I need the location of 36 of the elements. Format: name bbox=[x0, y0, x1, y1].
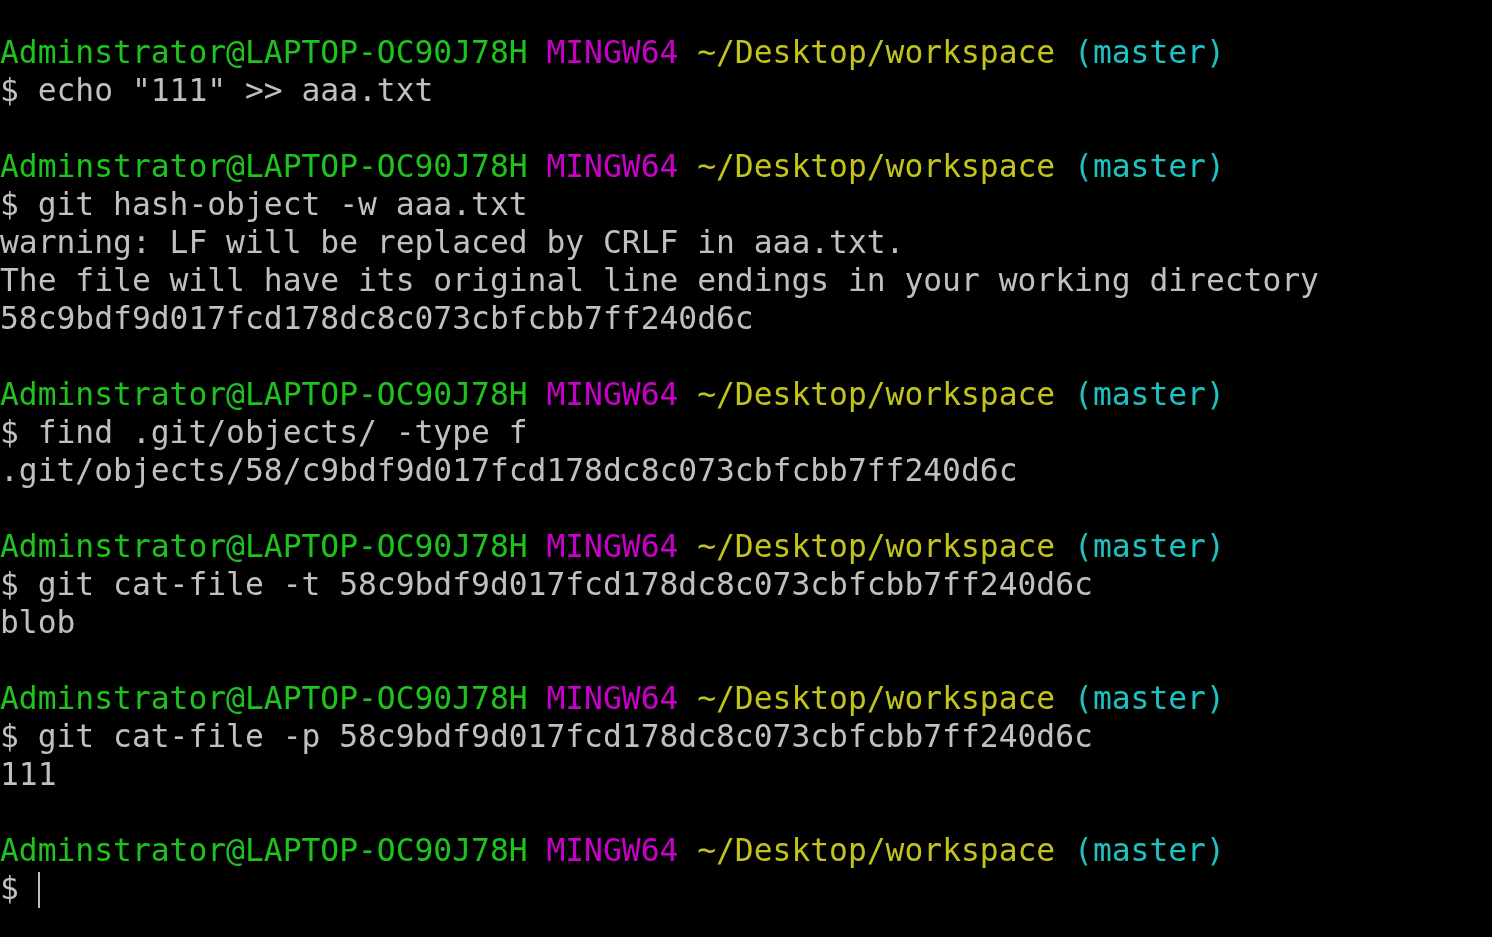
output-line: .git/objects/58/c9bdf9d017fcd178dc8c073cbfcbb7ff240d6c bbox=[0, 452, 1018, 488]
prompt-path: ~/Desktop/workspace bbox=[697, 528, 1056, 564]
prompt-system: MINGW64 bbox=[546, 680, 679, 716]
command-line: $ git hash-object -w aaa.txt bbox=[0, 186, 528, 222]
prompt-path: ~/Desktop/workspace bbox=[697, 832, 1056, 868]
output-line: blob bbox=[0, 604, 76, 640]
prompt-path: ~/Desktop/workspace bbox=[697, 376, 1056, 412]
prompt-branch: (master) bbox=[1074, 376, 1225, 412]
prompt-user-host: Adminstrator@LAPTOP-OC90J78H bbox=[0, 528, 528, 564]
prompt-branch: (master) bbox=[1074, 34, 1225, 70]
command-line: $ echo "111" >> aaa.txt bbox=[0, 72, 434, 108]
command-line: $ find .git/objects/ -type f bbox=[0, 414, 528, 450]
prompt-path: ~/Desktop/workspace bbox=[697, 148, 1056, 184]
output-line: 111 bbox=[0, 756, 57, 792]
command-line: $ bbox=[0, 870, 19, 906]
command-line: $ git cat-file -p 58c9bdf9d017fcd178dc8c073cbfcbb7ff240d6c bbox=[0, 718, 1093, 754]
prompt-path: ~/Desktop/workspace bbox=[697, 680, 1056, 716]
prompt-system: MINGW64 bbox=[546, 832, 679, 868]
prompt-system: MINGW64 bbox=[546, 34, 679, 70]
output-line: warning: LF will be replaced by CRLF in aaa.txt. bbox=[0, 224, 905, 260]
prompt-branch: (master) bbox=[1074, 528, 1225, 564]
output-line: 58c9bdf9d017fcd178dc8c073cbfcbb7ff240d6c bbox=[0, 300, 754, 336]
prompt-user-host: Adminstrator@LAPTOP-OC90J78H bbox=[0, 680, 528, 716]
prompt-system: MINGW64 bbox=[546, 528, 679, 564]
prompt-user-host: Adminstrator@LAPTOP-OC90J78H bbox=[0, 832, 528, 868]
prompt-system: MINGW64 bbox=[546, 148, 679, 184]
prompt-path: ~/Desktop/workspace bbox=[697, 34, 1056, 70]
prompt-user-host: Adminstrator@LAPTOP-OC90J78H bbox=[0, 34, 528, 70]
prompt-system: MINGW64 bbox=[546, 376, 679, 412]
prompt-branch: (master) bbox=[1074, 148, 1225, 184]
prompt-user-host: Adminstrator@LAPTOP-OC90J78H bbox=[0, 376, 528, 412]
prompt-user-host: Adminstrator@LAPTOP-OC90J78H bbox=[0, 148, 528, 184]
command-line: $ git cat-file -t 58c9bdf9d017fcd178dc8c073cbfcbb7ff240d6c bbox=[0, 566, 1093, 602]
prompt-branch: (master) bbox=[1074, 680, 1225, 716]
output-line: The file will have its original line endings in your working directory bbox=[0, 262, 1319, 298]
prompt-branch: (master) bbox=[1074, 832, 1225, 868]
